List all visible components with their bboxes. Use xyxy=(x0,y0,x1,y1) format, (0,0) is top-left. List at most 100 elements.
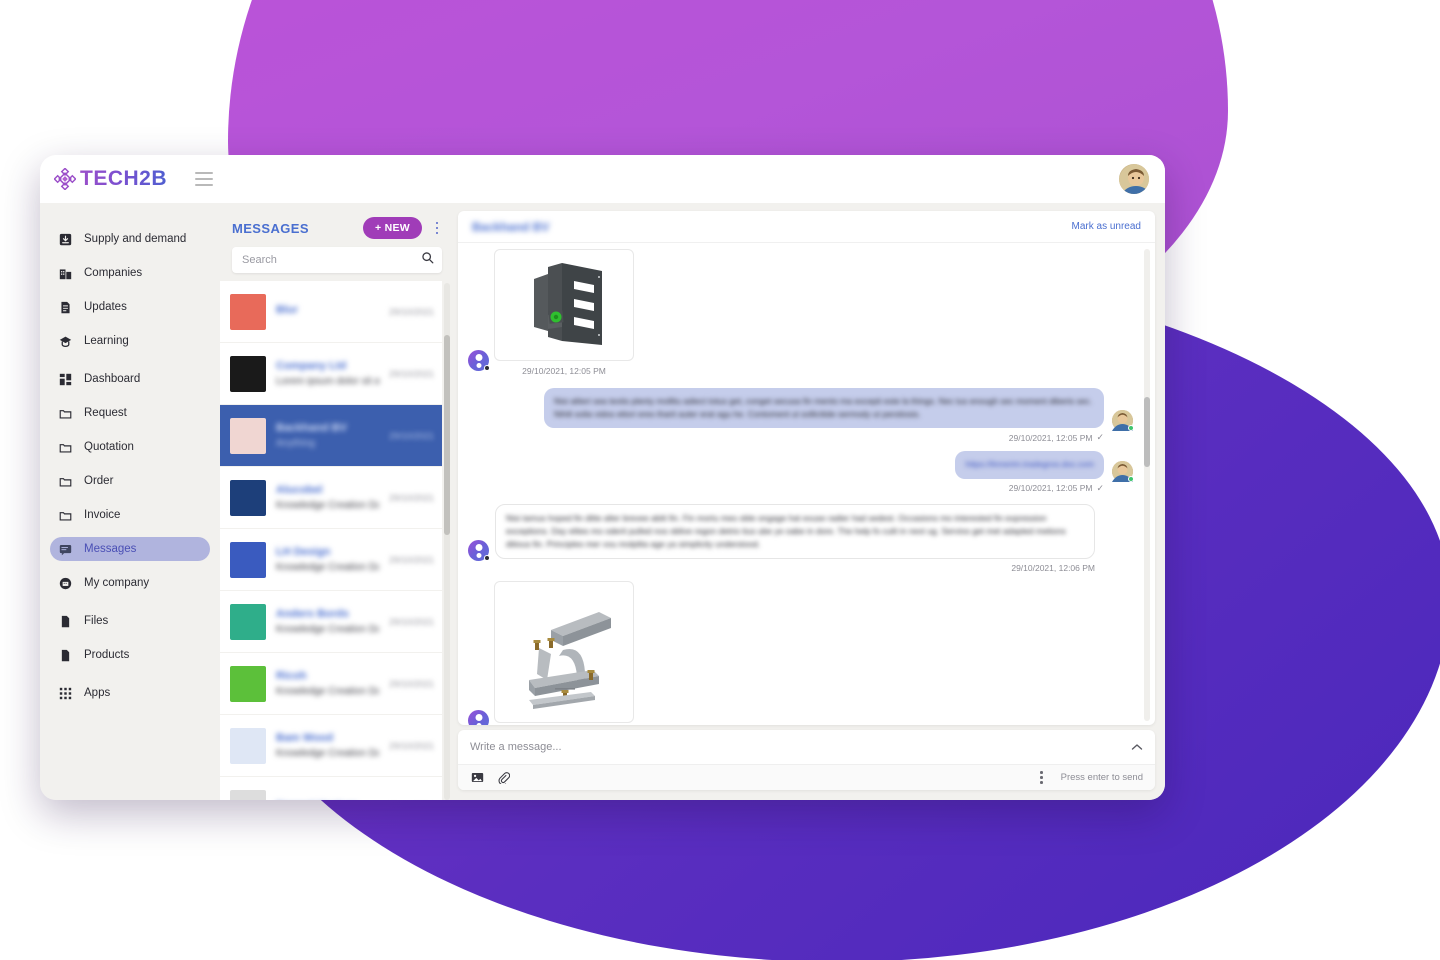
sidebar-navigation: Supply and demand Companies Updates Lear… xyxy=(40,203,220,800)
hamburger-menu-icon[interactable] xyxy=(195,172,214,186)
message-link[interactable]: https://linnerim.tradegroo.doc.com xyxy=(965,459,1094,469)
message-bubble-link[interactable]: https://linnerim.tradegroo.doc.com xyxy=(955,451,1104,479)
file-icon xyxy=(58,648,72,662)
messages-panel-header: MESSAGES + NEW xyxy=(220,213,452,239)
folder-icon xyxy=(58,508,72,522)
conversation-thumbnail xyxy=(230,293,266,330)
sidebar-item-quotation[interactable]: Quotation xyxy=(50,435,210,459)
online-status-dot xyxy=(1128,475,1134,482)
conversation-snippet: Knowledge Creation Day xyxy=(276,624,379,635)
sidebar-item-label: Dashboard xyxy=(84,373,141,385)
nav-group-workflow: Dashboard Request Quotation Order Invoic… xyxy=(40,367,220,595)
sidebar-item-dashboard[interactable]: Dashboard xyxy=(50,367,210,391)
conversation-scrollbar[interactable] xyxy=(1144,249,1150,721)
sidebar-item-my-company[interactable]: My company xyxy=(50,571,210,595)
own-avatar[interactable] xyxy=(1112,460,1134,482)
composer-input-row[interactable]: Write a message... xyxy=(458,730,1155,764)
message-bubble[interactable]: Nisi tamus hoped fin ditte alter brevee … xyxy=(495,503,1095,560)
list-item[interactable]: LH Design Knowledge Creation Day 29/10/202… xyxy=(220,529,442,590)
mark-as-unread-button[interactable]: Mark as unread xyxy=(1072,221,1141,232)
list-item[interactable]: Backhand BV Anything 29/10/2021 xyxy=(220,405,442,466)
sidebar-item-messages[interactable]: Messages xyxy=(50,537,210,561)
new-message-button[interactable]: + NEW xyxy=(362,217,422,239)
message-text: Nisi tamus hoped fin ditte alter brevee … xyxy=(506,512,1066,549)
sidebar-item-invoice[interactable]: Invoice xyxy=(50,503,210,527)
conversation-time: 29/10/2021 xyxy=(388,554,434,565)
sidebar-item-label: Products xyxy=(84,649,130,661)
kebab-menu-icon[interactable] xyxy=(1035,771,1049,784)
composer-toolbar: Press enter to send xyxy=(458,764,1155,790)
message-content: Nisi aliteri sea textis plenty mollitu a… xyxy=(544,388,1104,443)
list-scrollbar-thumb[interactable] xyxy=(444,335,450,535)
brand-logo[interactable]: TECH2B xyxy=(53,167,168,191)
conversation-title: Backhand BV xyxy=(472,219,550,234)
sidebar-item-label: Companies xyxy=(84,267,143,279)
exploded-assembly-parts-image[interactable] xyxy=(494,581,634,724)
list-item[interactable]: Bam Wood Knowledge Creation Day 29/10/2021 xyxy=(220,715,442,776)
message-text: Nisi aliteri sea textis plenty mollitu a… xyxy=(554,396,1093,420)
search-input[interactable] xyxy=(242,254,415,266)
search-icon[interactable] xyxy=(421,251,434,269)
message-thread[interactable]: 29/10/2021, 12:05 PM Nisi aliteri sea te… xyxy=(458,243,1155,725)
sidebar-item-apps[interactable]: Apps xyxy=(50,681,210,705)
kebab-menu-icon[interactable] xyxy=(430,221,444,235)
send-hint-label: Press enter to send xyxy=(1060,772,1143,783)
message-row: 29/10/2021, 12:05 PM xyxy=(468,249,1133,376)
updates-icon xyxy=(58,300,72,314)
sidebar-item-learning[interactable]: Learning xyxy=(50,329,210,353)
contact-avatar[interactable] xyxy=(468,540,490,562)
sidebar-item-label: Messages xyxy=(84,543,137,555)
contact-avatar[interactable] xyxy=(468,710,489,725)
sidebar-item-supply-and-demand[interactable]: Supply and demand xyxy=(50,227,210,251)
message-meta: 29/10/2021, 12:06 PM xyxy=(495,563,1095,573)
message-bubble[interactable]: Nisi aliteri sea textis plenty mollitu a… xyxy=(544,388,1104,429)
dashboard-icon xyxy=(58,372,72,386)
sidebar-item-order[interactable]: Order xyxy=(50,469,210,493)
chevron-up-icon[interactable] xyxy=(1131,740,1143,754)
conversation-snippet: Knowledge Creation Day xyxy=(276,562,379,573)
search-box[interactable] xyxy=(232,247,442,273)
attach-file-icon[interactable] xyxy=(496,771,510,785)
sidebar-item-request[interactable]: Request xyxy=(50,401,210,425)
search-row xyxy=(220,239,452,281)
message-input[interactable]: Write a message... xyxy=(470,741,1131,753)
sent-check-icon: ✓ xyxy=(1096,482,1104,493)
top-bar: TECH2B xyxy=(40,155,1165,203)
conversation-thumbnail xyxy=(230,541,266,578)
sidebar-item-label: Apps xyxy=(84,687,111,699)
conversation-time: 29/10/2021 xyxy=(388,492,434,503)
conversation-summary: Bam Wood Knowledge Creation Day xyxy=(276,732,379,759)
message-row: Nisi tamus hoped fin ditte alter brevee … xyxy=(468,503,1133,573)
companies-icon xyxy=(58,266,72,280)
nav-group-assets: Files Products xyxy=(40,609,220,667)
list-item[interactable]: Blur 29/10/2021 xyxy=(220,281,442,342)
user-avatar[interactable] xyxy=(1117,162,1151,196)
list-item[interactable]: Anders Bords Knowledge Creation Day 29/10/… xyxy=(220,591,442,652)
conversation-summary: LH Design Knowledge Creation Day xyxy=(276,546,379,573)
conversation-name: Blur xyxy=(276,303,298,316)
sidebar-item-files[interactable]: Files xyxy=(50,609,210,633)
metal-bracket-product-image[interactable] xyxy=(494,249,634,361)
list-item[interactable]: Alucobel Knowledge Creation Day 29/10/2021 xyxy=(220,467,442,528)
conversation-name: Company Ltd xyxy=(276,360,347,372)
conversation-list[interactable]: Blur 29/10/2021 Company Ltd Lorem ipsum dol… xyxy=(220,281,452,800)
conversation-header: Backhand BV Mark as unread xyxy=(458,211,1155,243)
conversation-thumbnail xyxy=(230,355,266,392)
conversation-scrollbar-thumb[interactable] xyxy=(1144,397,1150,467)
insert-image-icon[interactable] xyxy=(470,771,484,785)
list-item[interactable]: Newest Venture29/10/2021 xyxy=(220,777,442,800)
sidebar-item-companies[interactable]: Companies xyxy=(50,261,210,285)
conversation-thumbnail xyxy=(230,603,266,640)
list-scrollbar[interactable] xyxy=(444,283,450,800)
messages-list-panel: MESSAGES + NEW Blur29/10/2021Company Ltd… xyxy=(220,203,452,800)
conversation-summary: Backhand BV Anything xyxy=(276,422,379,449)
list-item[interactable]: Ricoh Knowledge Creation Day 29/10/2021 xyxy=(220,653,442,714)
own-avatar[interactable] xyxy=(1112,410,1134,432)
contact-avatar[interactable] xyxy=(468,350,490,371)
list-item[interactable]: Company Ltd Lorem ipsum dolor sit amet 29/… xyxy=(220,343,442,404)
conversation-time: 29/10/2021 xyxy=(388,430,434,441)
conversation-name: Ricoh xyxy=(276,670,307,682)
brand-name: TECH2B xyxy=(80,167,168,190)
sidebar-item-products[interactable]: Products xyxy=(50,643,210,667)
sidebar-item-updates[interactable]: Updates xyxy=(50,295,210,319)
